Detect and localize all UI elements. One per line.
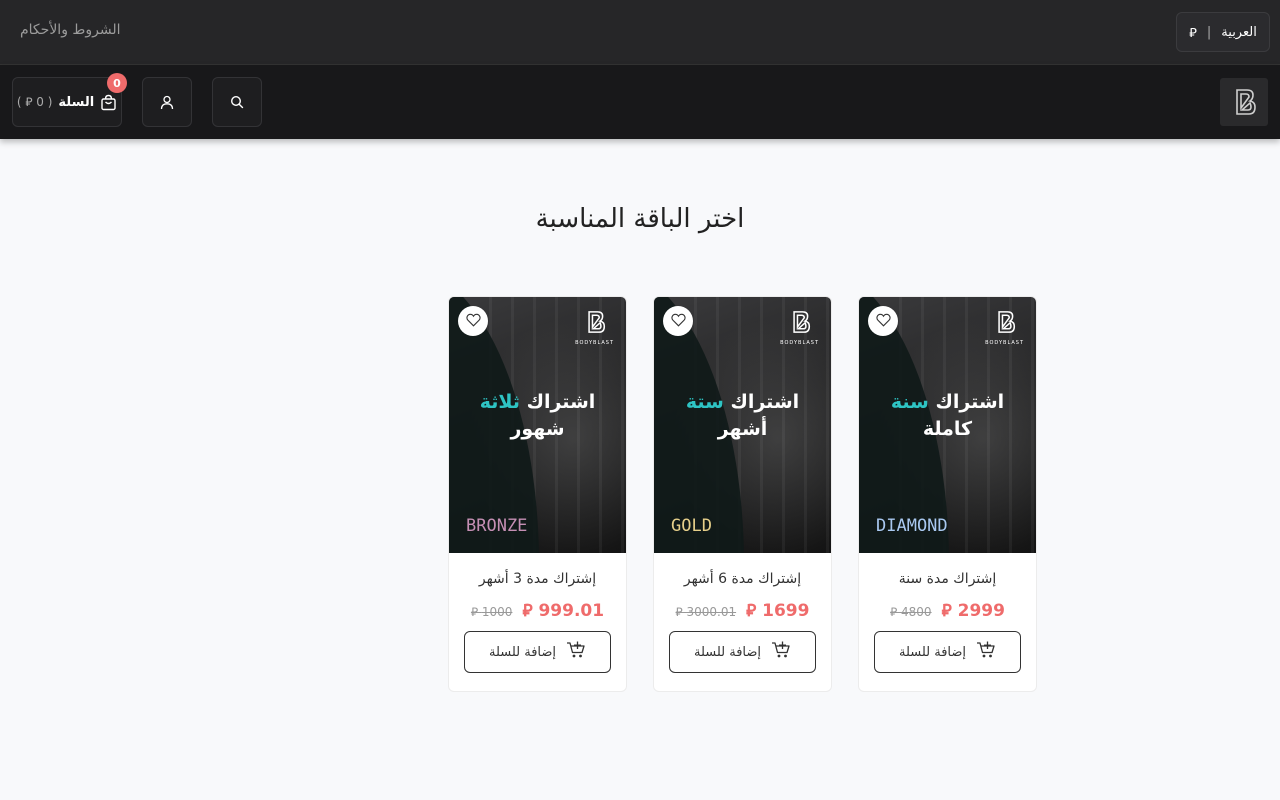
- language-label: العربية: [1221, 24, 1257, 40]
- product-name[interactable]: إشتراك مدة 3 أشهر: [449, 571, 626, 587]
- image-title-suffix: شهور: [510, 418, 565, 440]
- add-to-cart-label: إضافة للسلة: [898, 644, 967, 660]
- tier-label: DIAMOND: [876, 516, 948, 536]
- brand-mark: BODYBLAST: [985, 309, 1024, 346]
- brand-mark: BODYBLAST: [780, 309, 819, 346]
- product-details: إشتراك مدة 3 أشهر 999.01 ⃁ 1000 ⃁ إضافة …: [449, 553, 626, 673]
- image-title-suffix: كاملة: [922, 418, 973, 440]
- brand-logo-icon: [994, 311, 1016, 339]
- image-title-accent: سنة: [890, 391, 929, 413]
- add-to-cart-button[interactable]: إضافة للسلة: [669, 631, 816, 673]
- product-card[interactable]: BODYBLAST اشتراك سنة كاملة DIAMOND إشترا…: [858, 296, 1037, 692]
- price-row: 1699 ⃁ 3000.01 ⃁: [654, 599, 831, 621]
- image-title-prefix: اشتراك: [935, 391, 1005, 413]
- product-card[interactable]: BODYBLAST اشتراك ثلاثة شهور BRONZE إشترا…: [448, 296, 627, 692]
- language-currency-button[interactable]: العربية | ⃁: [1176, 12, 1270, 52]
- add-to-cart-label: إضافة للسلة: [488, 644, 557, 660]
- brand-mark: BODYBLAST: [575, 309, 614, 346]
- image-title-prefix: اشتراك: [526, 391, 596, 413]
- add-to-cart-button[interactable]: إضافة للسلة: [464, 631, 611, 673]
- brand-logo-icon: [584, 311, 606, 339]
- heart-icon: [670, 312, 686, 331]
- cart-button[interactable]: السلة ( 0 ⃁ ): [12, 77, 122, 127]
- brand-name: BODYBLAST: [575, 340, 614, 346]
- cart-total: ( 0 ⃁ ): [16, 94, 53, 109]
- product-name[interactable]: إشتراك مدة سنة: [859, 571, 1036, 587]
- image-title-suffix: أشهر: [717, 418, 768, 440]
- price-row: 999.01 ⃁ 1000 ⃁: [449, 599, 626, 621]
- image-title-accent: ستة: [685, 391, 724, 413]
- user-icon: [160, 95, 174, 109]
- cart-add-icon: [566, 641, 586, 663]
- original-price: 3000.01 ⃁: [675, 605, 737, 619]
- cart-label: السلة: [58, 94, 95, 110]
- image-title-accent: ثلاثة: [479, 391, 520, 413]
- product-image[interactable]: BODYBLAST اشتراك سنة كاملة DIAMOND: [859, 297, 1036, 553]
- cart-add-icon: [976, 641, 996, 663]
- site-logo[interactable]: [1220, 78, 1268, 126]
- current-price: 2999 ⃁: [941, 601, 1005, 621]
- wishlist-button[interactable]: [868, 306, 898, 336]
- currency-symbol: ⃁: [1189, 25, 1197, 41]
- separator: |: [1206, 24, 1212, 40]
- price-row: 2999 ⃁ 4800 ⃁: [859, 599, 1036, 621]
- top-bar: العربية | ⃁ الشروط والأحكام: [0, 0, 1280, 65]
- account-button[interactable]: [142, 77, 192, 127]
- heart-icon: [875, 312, 891, 331]
- search-icon: [230, 95, 244, 109]
- product-details: إشتراك مدة سنة 2999 ⃁ 4800 ⃁ إضافة للسلة: [859, 553, 1036, 673]
- wishlist-button[interactable]: [458, 306, 488, 336]
- brand-logo-icon: [789, 311, 811, 339]
- product-name[interactable]: إشتراك مدة 6 أشهر: [654, 571, 831, 587]
- add-to-cart-button[interactable]: إضافة للسلة: [874, 631, 1021, 673]
- main-header: السلة ( 0 ⃁ ) 0: [0, 65, 1280, 139]
- tier-label: BRONZE: [466, 516, 528, 536]
- original-price: 4800 ⃁: [890, 605, 932, 619]
- heart-icon: [465, 312, 481, 331]
- search-button[interactable]: [212, 77, 262, 127]
- cart-count-badge: 0: [107, 73, 127, 93]
- bodyblast-logo-icon: [1236, 89, 1256, 115]
- current-price: 999.01 ⃁: [522, 601, 605, 621]
- original-price: 1000 ⃁: [470, 605, 513, 619]
- image-title: اشتراك ستة أشهر: [654, 389, 831, 443]
- terms-link[interactable]: الشروط والأحكام: [20, 22, 120, 38]
- page-title: اختر الباقة المناسبة: [535, 204, 745, 234]
- cart-add-icon: [771, 641, 791, 663]
- image-title: اشتراك ثلاثة شهور: [449, 389, 626, 443]
- brand-name: BODYBLAST: [780, 340, 819, 346]
- product-image[interactable]: BODYBLAST اشتراك ستة أشهر GOLD: [654, 297, 831, 553]
- product-image[interactable]: BODYBLAST اشتراك ثلاثة شهور BRONZE: [449, 297, 626, 553]
- product-card[interactable]: BODYBLAST اشتراك ستة أشهر GOLD إشتراك مد…: [653, 296, 832, 692]
- tier-label: GOLD: [671, 516, 712, 536]
- current-price: 1699 ⃁: [746, 601, 810, 621]
- image-title: اشتراك سنة كاملة: [859, 389, 1036, 443]
- product-details: إشتراك مدة 6 أشهر 1699 ⃁ 3000.01 ⃁ إضافة…: [654, 553, 831, 673]
- wishlist-button[interactable]: [663, 306, 693, 336]
- shopping-bag-icon: [101, 94, 116, 110]
- image-title-prefix: اشتراك: [730, 391, 800, 413]
- brand-name: BODYBLAST: [985, 340, 1024, 346]
- add-to-cart-label: إضافة للسلة: [693, 644, 762, 660]
